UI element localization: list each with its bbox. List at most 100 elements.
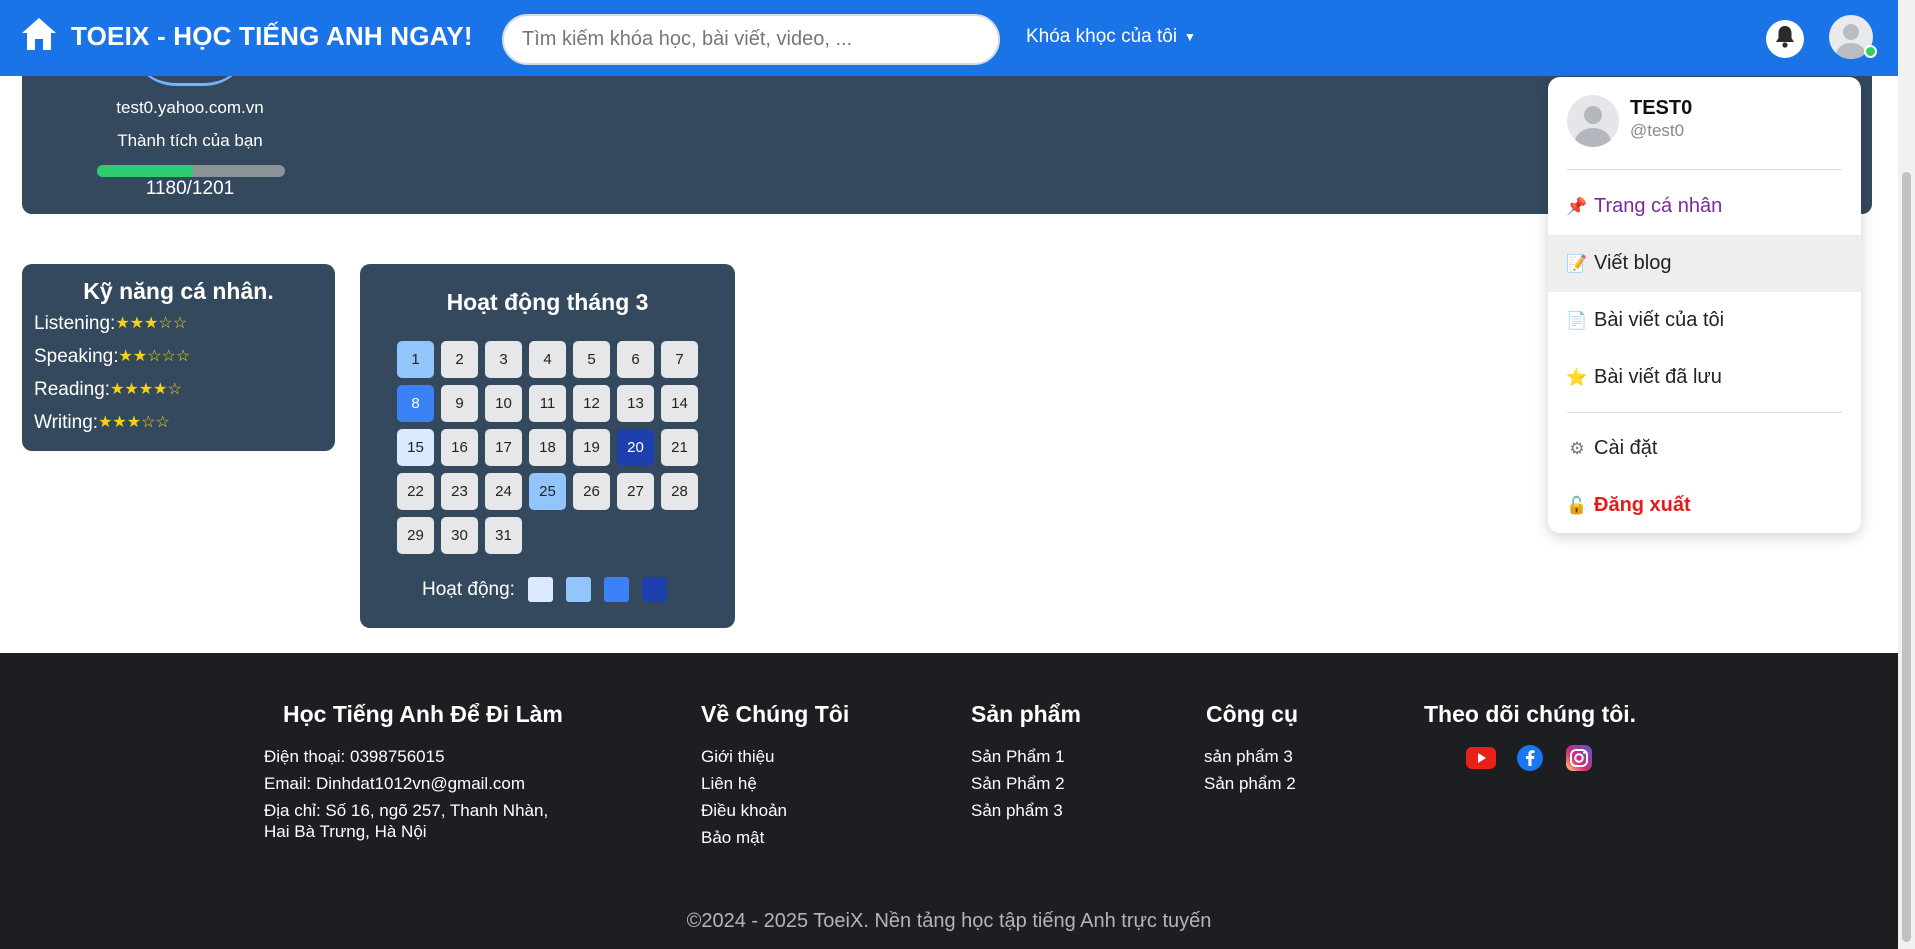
calendar-day: 5	[573, 341, 610, 378]
footer-link-privacy[interactable]: Bảo mật	[701, 824, 849, 851]
calendar-day: 17	[485, 429, 522, 466]
legend-swatch-level-2	[565, 577, 591, 602]
brand-title: TOEIX - HỌC TIẾNG ANH NGAY!	[71, 21, 473, 51]
calendar-day: 4	[529, 341, 566, 378]
brand-link[interactable]: TOEIX - HỌC TIẾNG ANH NGAY!	[20, 16, 473, 57]
my-courses-label: Khóa khọc của tôi	[1026, 26, 1178, 47]
achievement-score: 1180/1201	[145, 178, 235, 199]
calendar-day: 21	[661, 429, 698, 466]
footer-link-tool-1[interactable]: sản phẩm 3	[1204, 743, 1298, 770]
gear-icon: ⚙	[1569, 438, 1585, 458]
user-dropdown-menu: TEST0 @test0 📌 Trang cá nhân 📝 Viết blog…	[1548, 77, 1861, 533]
search-input[interactable]	[502, 14, 1000, 65]
star-rating: ★★★☆☆	[98, 414, 170, 431]
menu-item-write-blog[interactable]: 📝 Viết blog	[1548, 235, 1861, 292]
dropdown-handle: @test0	[1630, 121, 1685, 140]
facebook-icon[interactable]	[1515, 743, 1545, 773]
calendar-day: 26	[573, 473, 610, 510]
social-links	[1424, 743, 1636, 773]
legend-swatch-level-4	[641, 577, 667, 602]
activity-title: Hoạt động tháng 3	[446, 289, 649, 315]
profile-email: test0.yahoo.com.vn	[116, 98, 264, 117]
achievement-progress-bar	[97, 165, 285, 177]
skill-row-reading: Reading: ★★★★☆	[34, 373, 323, 406]
pushpin-icon: 📌	[1566, 196, 1588, 216]
calendar-day: 12	[573, 385, 610, 422]
calendar-day: 13	[617, 385, 654, 422]
home-icon	[20, 16, 58, 57]
page-scrollbar-thumb[interactable]	[1902, 172, 1911, 942]
instagram-icon[interactable]	[1564, 743, 1594, 773]
menu-item-label: Trang cá nhân	[1594, 195, 1723, 217]
notification-button[interactable]	[1766, 20, 1804, 58]
calendar-day: 6	[617, 341, 654, 378]
document-icon: 📄	[1566, 310, 1588, 330]
footer-link-contact[interactable]: Liên hệ	[701, 770, 849, 797]
my-courses-menu[interactable]: Khóa khọc của tôi ▼	[1026, 26, 1196, 48]
skill-label: Reading:	[34, 379, 111, 400]
calendar-day: 16	[441, 429, 478, 466]
calendar-day: 1	[397, 341, 434, 378]
footer-address-1: Địa chỉ: Số 16, ngõ 257, Thanh Nhàn,	[264, 801, 549, 820]
achievement-label: Thành tích của bạn	[117, 131, 263, 150]
copyright-text: ©2024 - 2025 ToeiX. Nền tảng học tập tiế…	[686, 910, 1212, 932]
legend-swatch-level-3	[603, 577, 629, 602]
calendar-day: 30	[441, 517, 478, 554]
menu-item-label: Cài đặt	[1594, 437, 1658, 459]
footer-col-title: Về Chúng Tôi	[701, 701, 850, 727]
footer-email: Email: Dinhdat1012vn@gmail.com	[264, 774, 526, 793]
footer-link-tool-2[interactable]: Sản phẩm 2	[1204, 770, 1298, 797]
dropdown-divider	[1567, 169, 1842, 170]
star-rating: ★★☆☆☆	[118, 348, 191, 365]
footer-link-product-3[interactable]: Sản phẩm 3	[971, 797, 1081, 824]
menu-item-label: Đăng xuất	[1594, 494, 1691, 516]
menu-item-label: Viết blog	[1594, 252, 1672, 274]
legend-label: Hoạt động:	[422, 578, 515, 600]
footer-link-product-2[interactable]: Sản Phẩm 2	[971, 770, 1081, 797]
star-rating: ★★★★☆	[110, 381, 182, 398]
skill-row-writing: Writing: ★★★☆☆	[34, 406, 323, 439]
footer-col-follow: Theo dõi chúng tôi.	[1424, 701, 1636, 773]
calendar-day: 10	[485, 385, 522, 422]
progress-fill	[97, 165, 193, 177]
calendar-day: 14	[661, 385, 698, 422]
footer-col-contact: Học Tiếng Anh Để Đi Làm Điện thoại: 0398…	[264, 701, 563, 842]
skills-card: Kỹ năng cá nhân. Listening: ★★★☆☆ Speakin…	[22, 264, 335, 451]
calendar-day: 15	[397, 429, 434, 466]
footer-link-terms[interactable]: Điều khoản	[701, 797, 849, 824]
calendar-day: 7	[661, 341, 698, 378]
activity-legend: Hoạt động:	[422, 577, 667, 602]
calendar-day: 2	[441, 341, 478, 378]
dropdown-username: TEST0	[1630, 97, 1693, 119]
footer-col-title: Theo dõi chúng tôi.	[1424, 701, 1637, 727]
footer-col-about: Về Chúng Tôi Giới thiệu Liên hệ Điều kho…	[701, 701, 849, 851]
skill-label: Writing:	[34, 412, 99, 433]
calendar-day: 8	[397, 385, 434, 422]
menu-item-saved-posts[interactable]: ⭐ Bài viết đã lưu	[1548, 349, 1861, 406]
calendar-day: 20	[617, 429, 654, 466]
menu-item-logout[interactable]: 🔓 Đăng xuất	[1548, 477, 1861, 534]
footer-link-about[interactable]: Giới thiệu	[701, 743, 849, 770]
calendar-day: 11	[529, 385, 566, 422]
menu-item-label: Bài viết đã lưu	[1594, 366, 1722, 388]
menu-item-profile[interactable]: 📌 Trang cá nhân	[1548, 178, 1861, 235]
calendar-day: 19	[573, 429, 610, 466]
unlock-icon: 🔓	[1566, 495, 1588, 515]
footer-col-title: Sản phẩm	[971, 701, 1081, 727]
user-silhouette-icon	[1575, 106, 1611, 147]
footer-link-product-1[interactable]: Sản Phẩm 1	[971, 743, 1081, 770]
dropdown-divider	[1567, 412, 1842, 413]
footer-phone: Điện thoại: 0398756015	[264, 747, 445, 766]
activity-card: Hoạt động tháng 3 1 2 3 4 5 6 7 8 9 10 11 12 13 14 15 1…	[360, 264, 735, 628]
calendar-day: 28	[661, 473, 698, 510]
calendar-day: 24	[485, 473, 522, 510]
menu-item-my-posts[interactable]: 📄 Bài viết của tôi	[1548, 292, 1861, 349]
youtube-icon[interactable]	[1466, 743, 1496, 773]
calendar-day: 3	[485, 341, 522, 378]
calendar-day: 23	[441, 473, 478, 510]
calendar-day: 27	[617, 473, 654, 510]
memo-icon: 📝	[1566, 253, 1588, 273]
skills-title: Kỹ năng cá nhân.	[83, 278, 274, 304]
menu-item-settings[interactable]: ⚙ Cài đặt	[1548, 420, 1861, 477]
skill-row-speaking: Speaking: ★★☆☆☆	[34, 340, 323, 373]
